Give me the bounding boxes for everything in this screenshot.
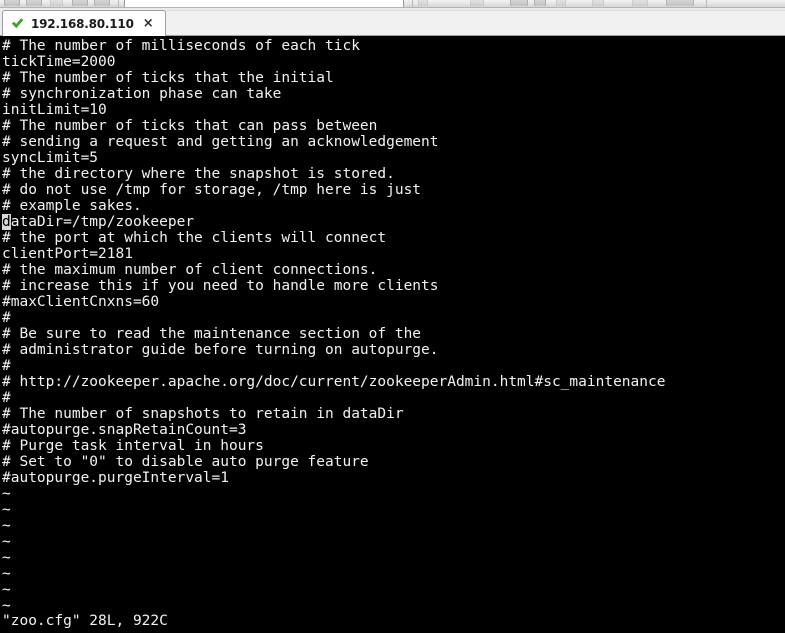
terminal-line: syncLimit=5	[2, 150, 99, 166]
toolbar-text-field[interactable]	[124, 0, 404, 7]
terminal-line: # synchronization phase can take	[2, 86, 282, 102]
terminal-line-with-cursor: dataDir=/tmp/zookeeper	[2, 214, 785, 230]
vim-status-line: "zoo.cfg" 28L, 922C	[2, 613, 168, 629]
toolbar-icon-2[interactable]	[26, 0, 42, 6]
toolbar-separator-1	[118, 0, 119, 7]
vim-tilde-line: ~	[2, 550, 11, 566]
toolbar-icon-7[interactable]	[470, 0, 484, 6]
toolbar-separator-3	[706, 0, 707, 7]
terminal-line: # do not use /tmp for storage, /tmp here…	[2, 182, 422, 198]
toolbar-icon-13[interactable]	[666, 0, 694, 6]
terminal-line: # example sakes.	[2, 198, 142, 214]
terminal-window: 192.168.80.110 × # The number of millise…	[0, 0, 785, 633]
terminal-line: #maxClientCnxns=60	[2, 294, 160, 310]
session-tab-label: 192.168.80.110	[31, 16, 134, 31]
terminal-line: #autopurge.snapRetainCount=3	[2, 422, 247, 438]
terminal-line: # sending a request and getting an ackno…	[2, 134, 439, 150]
terminal-line: # administrator guide before turning on …	[2, 342, 439, 358]
vim-tilde-line: ~	[2, 598, 11, 614]
terminal-line: #	[2, 310, 11, 326]
terminal-line: clientPort=2181	[2, 246, 133, 262]
toolbar-icon-6[interactable]	[418, 0, 428, 6]
terminal-line: # The number of ticks that the initial	[2, 70, 334, 86]
terminal-line: #autopurge.purgeInterval=1	[2, 470, 229, 486]
toolbar	[0, 0, 785, 8]
tab-strip-empty-area	[133, 10, 785, 35]
terminal-line: # The number of ticks that can pass betw…	[2, 118, 378, 134]
toolbar-icon-12[interactable]	[632, 0, 648, 6]
terminal-line: # The number of milliseconds of each tic…	[2, 38, 360, 54]
terminal-line-remainder: ataDir=/tmp/zookeeper	[10, 214, 195, 230]
toolbar-icon-1[interactable]	[4, 0, 20, 6]
terminal-line: # Purge task interval in hours	[2, 438, 264, 454]
toolbar-icon-4[interactable]	[72, 0, 88, 6]
terminal-line: tickTime=2000	[2, 54, 116, 70]
vim-tilde-line: ~	[2, 518, 11, 534]
toolbar-separator-2	[412, 0, 413, 7]
tab-strip: 192.168.80.110 ×	[0, 8, 785, 36]
vim-tilde-line: ~	[2, 502, 11, 518]
terminal-screen[interactable]: # The number of milliseconds of each tic…	[0, 36, 785, 633]
toolbar-icon-8[interactable]	[510, 0, 528, 6]
terminal-line: # Be sure to read the maintenance sectio…	[2, 326, 422, 342]
terminal-line: #	[2, 358, 11, 374]
toolbar-icon-3[interactable]	[50, 0, 63, 6]
session-tab-active[interactable]: 192.168.80.110 ×	[2, 10, 166, 36]
terminal-line: # the directory where the snapshot is st…	[2, 166, 395, 182]
text-cursor: d	[2, 214, 11, 230]
vim-tilde-line: ~	[2, 582, 11, 598]
close-icon[interactable]: ×	[141, 17, 156, 30]
terminal-line: initLimit=10	[2, 102, 107, 118]
toolbar-icon-5[interactable]	[94, 0, 110, 6]
toolbar-icon-9[interactable]	[534, 0, 546, 6]
terminal-line: # the maximum number of client connectio…	[2, 262, 378, 278]
vim-tilde-line: ~	[2, 534, 11, 550]
green-check-icon	[11, 17, 24, 30]
terminal-line: #	[2, 390, 11, 406]
terminal-line-url: # http://zookeeper.apache.org/doc/curren…	[2, 374, 666, 390]
toolbar-icon-10[interactable]	[556, 0, 566, 6]
terminal-line: # The number of snapshots to retain in d…	[2, 406, 404, 422]
vim-tilde-line: ~	[2, 566, 11, 582]
terminal-line: # the port at which the clients will con…	[2, 230, 387, 246]
terminal-line: # increase this if you need to handle mo…	[2, 278, 439, 294]
toolbar-icon-11[interactable]	[592, 0, 604, 6]
terminal-line: # Set to "0" to disable auto purge featu…	[2, 454, 369, 470]
vim-tilde-line: ~	[2, 486, 11, 502]
